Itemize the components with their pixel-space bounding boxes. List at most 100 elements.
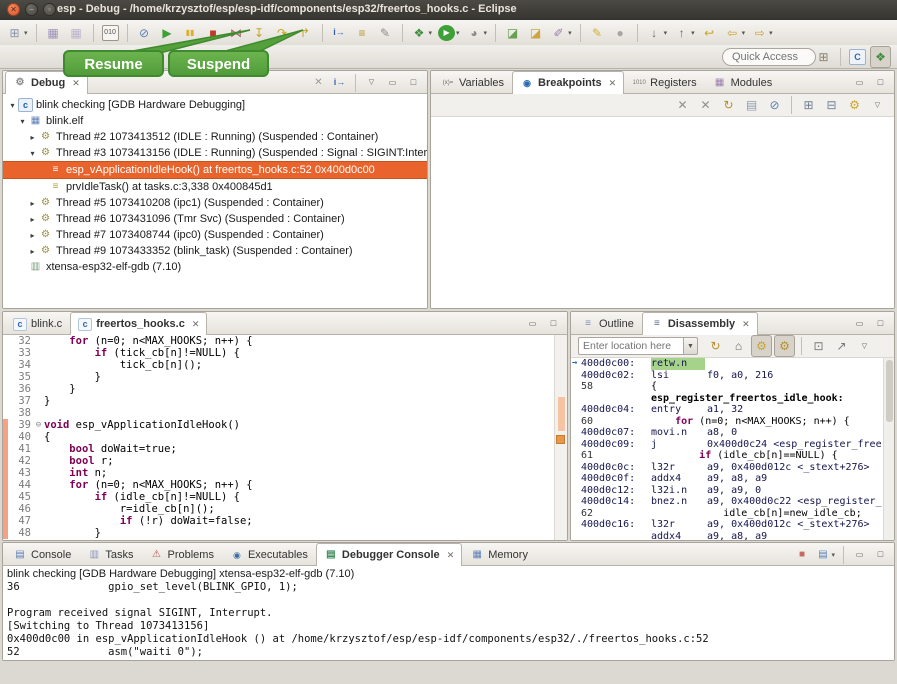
remove-all-terminated-icon[interactable]: ✕ [309, 72, 328, 94]
prev-annotation-icon[interactable]: ↑▾ [671, 22, 697, 44]
debug-tree-item[interactable]: ≡prvIdleTask() at tasks.c:3,338 0x400845… [3, 179, 427, 195]
debug-tree-item[interactable]: ▾⚙Thread #3 1073413156 (IDLE : Running) … [3, 145, 427, 161]
code-line[interactable]: 49 } [3, 539, 567, 540]
link-with-debug-icon[interactable]: ⚙ [844, 94, 865, 116]
maximize-icon[interactable]: □ [404, 72, 423, 94]
new-wizard-icon[interactable]: ⊞▾ [4, 22, 30, 44]
profile-icon[interactable]: ◕▾ [464, 22, 490, 44]
disassembly-line[interactable]: 400d0c14:bnez.na9, 0x400d0c22 <esp_regis… [571, 496, 884, 508]
code-line[interactable]: 44 for (n=0; n<MAX_HOOKS; n++) { [3, 479, 567, 491]
last-edit-location-icon[interactable]: ↩ [699, 22, 720, 44]
tab-debugger-console[interactable]: ▤Debugger Console✕ [316, 543, 462, 566]
disassembly-scrollbar[interactable] [883, 358, 894, 540]
skip-all-breakpoints-icon[interactable]: ⊘ [764, 94, 785, 116]
instruction-stepping-icon[interactable]: i→ [330, 72, 349, 94]
debug-tree-item[interactable]: ▸⚙Thread #9 1073433352 (blink_task) (Sus… [3, 243, 427, 259]
go-to-file-icon[interactable]: ▤ [741, 94, 762, 116]
refresh-view-icon[interactable]: ↻ [705, 335, 726, 357]
code-line[interactable]: 36 } [3, 383, 567, 395]
disassembly-line[interactable]: 400d0c09:j0x400d0c24 <esp_register_free [571, 439, 884, 451]
window-maximize-button[interactable]: ▫ [43, 3, 56, 16]
follow-pc-icon[interactable]: ⚙ [774, 335, 795, 357]
expand-arrow-icon[interactable]: ▾ [7, 101, 18, 110]
minimize-icon[interactable]: ▭ [850, 313, 869, 335]
resume-icon[interactable]: ▶ [157, 22, 178, 44]
folder-open-icon[interactable]: ◪ [502, 22, 523, 44]
code-line[interactable]: 32 for (n=0; n<MAX_HOOKS; n++) { [3, 335, 567, 347]
close-tab-icon[interactable]: ✕ [447, 550, 455, 561]
disassembly-line[interactable]: 400d0c02:lsif0, a0, 216 [571, 370, 884, 382]
pin-view-icon[interactable]: ↗ [831, 335, 852, 357]
code-line[interactable]: 37} [3, 395, 567, 407]
folder-new-icon[interactable]: ◪ [525, 22, 546, 44]
tab-registers[interactable]: 1010Registers [624, 72, 704, 93]
minimize-icon[interactable]: ▭ [850, 72, 869, 94]
build-icon[interactable]: 010 [100, 22, 121, 44]
world-icon[interactable]: ● [610, 22, 631, 44]
save-all-icon[interactable]: ▦ [66, 22, 87, 44]
next-annotation-icon[interactable]: ↓▾ [644, 22, 670, 44]
collapse-all-icon[interactable]: ⊟ [821, 94, 842, 116]
fold-collapse-icon[interactable]: ⊖ [33, 419, 44, 431]
view-menu-icon[interactable]: ▽ [362, 72, 381, 94]
debug-tree-item[interactable]: ▾▦blink.elf [3, 113, 427, 129]
breakpoints-empty-body[interactable] [431, 117, 894, 308]
code-line[interactable]: 42 bool r; [3, 455, 567, 467]
launch-tool-icon[interactable]: ✐▾ [548, 22, 574, 44]
expand-arrow-icon[interactable]: ▸ [27, 231, 38, 240]
debug-icon[interactable]: ❖▾ [409, 22, 435, 44]
code-line[interactable]: 45 if (idle_cb[n]!=NULL) { [3, 491, 567, 503]
remove-breakpoint-icon[interactable]: ✕ [672, 94, 693, 116]
disconnect-icon[interactable]: ⋈ [226, 22, 247, 44]
code-line[interactable]: 35 } [3, 371, 567, 383]
minimize-icon[interactable]: ▭ [523, 313, 542, 335]
disassembly-line[interactable]: 62 idle_cb[n]=new_idle_cb; [571, 508, 884, 520]
expand-arrow-icon[interactable]: ▸ [27, 133, 38, 142]
disassembly-line[interactable]: esp_register_freertos_idle_hook: [571, 393, 884, 405]
disassembly-line[interactable]: 400d0c12:l32i.na9, a9, 0 [571, 485, 884, 497]
use-step-filters-icon[interactable]: ≡ [352, 22, 373, 44]
disassembly-listing[interactable]: →400d0c00:retw.n400d0c02:lsif0, a0, 2165… [571, 358, 884, 540]
disassembly-line[interactable]: →400d0c00:retw.n [571, 358, 884, 370]
instruction-stepping-icon[interactable]: i→ [329, 22, 350, 44]
maximize-icon[interactable]: □ [871, 313, 890, 335]
quick-access-input[interactable] [722, 48, 816, 66]
disassembly-line[interactable]: addx4a9, a8, a9 [571, 531, 884, 541]
code-line[interactable]: 43 int n; [3, 467, 567, 479]
expand-arrow-icon[interactable]: ▾ [27, 149, 38, 158]
stack-frame-selected[interactable]: ≡esp_vApplicationIdleHook() at freertos_… [3, 161, 427, 179]
tab-tasks[interactable]: ▥Tasks [79, 544, 141, 565]
disassembly-line[interactable]: 61 if (idle_cb[n]==NULL) { [571, 450, 884, 462]
step-into-icon[interactable]: ↧ [249, 22, 270, 44]
code-line[interactable]: 48 } [3, 527, 567, 539]
tab-disassembly[interactable]: ≡Disassembly✕ [642, 312, 758, 335]
tab-variables[interactable]: (x)=Variables [433, 72, 512, 93]
code-line[interactable]: 47 if (!r) doWait=false; [3, 515, 567, 527]
debug-tree-item[interactable]: ▸⚙Thread #2 1073413512 (IDLE : Running) … [3, 129, 427, 145]
code-line[interactable]: 41 bool doWait=true; [3, 443, 567, 455]
debug-tree-item[interactable]: ▥xtensa-esp32-elf-gdb (7.10) [3, 259, 427, 275]
expand-arrow-icon[interactable]: ▾ [17, 117, 28, 126]
disassembly-line[interactable]: 400d0c0f:addx4a9, a8, a9 [571, 473, 884, 485]
disassembly-line[interactable]: 400d0c04:entrya1, 32 [571, 404, 884, 416]
code-line[interactable]: 39⊖void esp_vApplicationIdleHook() [3, 419, 567, 431]
suspend-icon[interactable]: ▮▮ [180, 22, 201, 44]
highlighter-icon[interactable]: ✎ [587, 22, 608, 44]
window-close-button[interactable]: ✕ [7, 3, 20, 16]
close-tab-icon[interactable]: ✕ [609, 78, 617, 89]
location-dropdown-icon[interactable]: ▼ [683, 337, 698, 355]
debug-tree-item[interactable]: ▸⚙Thread #5 1073410208 (ipc1) (Suspended… [3, 195, 427, 211]
code-line[interactable]: 34 tick_cb[n](); [3, 359, 567, 371]
maximize-icon[interactable]: □ [871, 544, 890, 566]
view-menu-icon[interactable]: ▽ [867, 94, 888, 116]
minimize-icon[interactable]: ▭ [383, 72, 402, 94]
maximize-icon[interactable]: □ [544, 313, 563, 335]
code-editor[interactable]: 32 for (n=0; n<MAX_HOOKS; n++) {33 if (t… [3, 335, 567, 540]
location-input[interactable] [578, 337, 683, 355]
close-tab-icon[interactable]: ✕ [72, 78, 80, 89]
disassembly-line[interactable]: 400d0c16:l32ra9, 0x400d012c <_stext+276> [571, 519, 884, 531]
go-home-icon[interactable]: ⌂ [728, 335, 749, 357]
tab-console[interactable]: ▤Console [5, 544, 79, 565]
expand-arrow-icon[interactable]: ▸ [27, 247, 38, 256]
code-line[interactable]: 40{ [3, 431, 567, 443]
